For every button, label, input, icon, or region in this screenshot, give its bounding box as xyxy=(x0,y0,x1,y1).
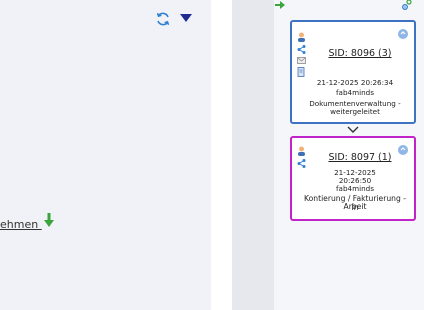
refresh-icon[interactable] xyxy=(155,11,171,27)
mail-icon xyxy=(297,57,306,64)
card-status-cont: Arbeit xyxy=(343,202,367,211)
caret-down-icon[interactable] xyxy=(180,14,192,23)
main-content-panel xyxy=(0,0,211,310)
arrow-down-icon[interactable] xyxy=(44,213,54,227)
settings-gears-icon[interactable] xyxy=(401,0,413,10)
chevron-down-icon[interactable] xyxy=(347,126,359,133)
workflow-step-card[interactable]: SID: 8096 (3) 21-12-2025 20:26:34 fab4mi… xyxy=(290,20,416,124)
card-icons xyxy=(297,32,309,80)
share-icon xyxy=(297,159,306,168)
info-badge-icon[interactable] xyxy=(398,29,408,39)
card-user: fab4minds xyxy=(336,88,374,97)
document-icon xyxy=(297,67,305,77)
panel-divider xyxy=(232,0,274,310)
action-link[interactable]: ehmen xyxy=(0,218,42,231)
user-icon xyxy=(298,32,305,42)
workflow-step-card[interactable]: SID: 8097 (1) 21-12-2025 20:26:50 fab4mi… xyxy=(290,136,416,221)
sid-link[interactable]: SID: 8096 (3) xyxy=(312,48,408,59)
sid-link[interactable]: SID: 8097 (1) xyxy=(312,152,408,163)
share-icon xyxy=(297,45,306,54)
card-user: fab4minds xyxy=(336,184,374,193)
card-status-cont: weitergeleitet xyxy=(330,107,380,116)
panel-gutter xyxy=(211,0,232,310)
arrow-right-icon xyxy=(275,1,285,9)
card-timestamp: 21-12-2025 20:26:34 xyxy=(316,78,394,87)
user-icon xyxy=(298,146,305,156)
